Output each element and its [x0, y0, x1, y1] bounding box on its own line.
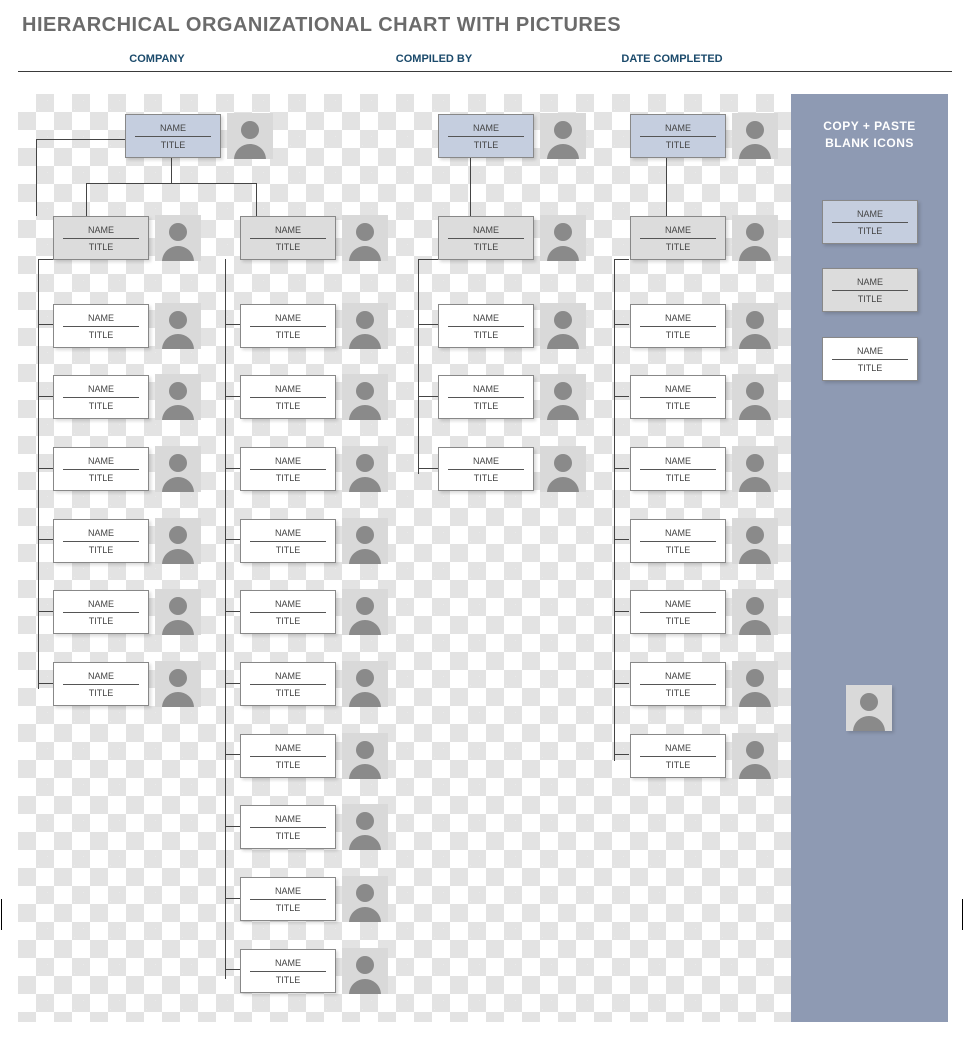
- avatar-icon: [732, 661, 778, 707]
- cropmark-right: [962, 899, 963, 930]
- org-node-2-2[interactable]: NAMETITLE: [240, 374, 388, 420]
- avatar-icon: [155, 446, 201, 492]
- avatar-icon: [227, 113, 273, 159]
- header-row: COMPANY COMPILED BY DATE COMPLETED: [18, 45, 952, 72]
- header-company[interactable]: COMPANY: [18, 49, 296, 69]
- org-node-2-7[interactable]: NAMETITLE: [240, 733, 388, 779]
- org-node-4-6[interactable]: NAMETITLE: [630, 661, 778, 707]
- org-node-top-3[interactable]: NAMETITLE: [438, 113, 586, 159]
- header-compiled-by[interactable]: COMPILED BY: [296, 49, 572, 69]
- sidebar-title: COPY + PASTE BLANK ICONS: [791, 94, 948, 152]
- avatar-icon: [732, 589, 778, 635]
- avatar-icon: [540, 303, 586, 349]
- org-node-2-6[interactable]: NAMETITLE: [240, 661, 388, 707]
- header-date-completed[interactable]: DATE COMPLETED: [572, 49, 772, 69]
- sidebar-sample-mid-card[interactable]: NAMETITLE: [822, 268, 924, 312]
- org-node-2-3[interactable]: NAMETITLE: [240, 446, 388, 492]
- avatar-icon: [540, 113, 586, 159]
- avatar-icon: [732, 215, 778, 261]
- avatar-icon: [732, 733, 778, 779]
- avatar-icon: [342, 518, 388, 564]
- cropmark-left: [1, 899, 2, 930]
- avatar-icon: [342, 374, 388, 420]
- sidebar-sample-avatar-icon[interactable]: [846, 685, 892, 731]
- org-node-2-4[interactable]: NAMETITLE: [240, 518, 388, 564]
- chart-canvas: NAMETITLE NAMETITLE NAMETITLE NAMETITLE …: [18, 94, 948, 1022]
- avatar-icon: [342, 948, 388, 994]
- org-node-1-5[interactable]: NAMETITLE: [53, 589, 201, 635]
- org-node-4-3[interactable]: NAMETITLE: [630, 446, 778, 492]
- avatar-icon: [540, 446, 586, 492]
- org-node-top-4[interactable]: NAMETITLE: [630, 113, 778, 159]
- org-node-4-4[interactable]: NAMETITLE: [630, 518, 778, 564]
- sidebar-sample-white-card[interactable]: NAMETITLE: [822, 337, 924, 381]
- org-node-manager-3[interactable]: NAMETITLE: [438, 215, 586, 261]
- avatar-icon: [342, 804, 388, 850]
- org-node-4-1[interactable]: NAMETITLE: [630, 303, 778, 349]
- avatar-icon: [155, 374, 201, 420]
- avatar-icon: [342, 589, 388, 635]
- org-node-4-2[interactable]: NAMETITLE: [630, 374, 778, 420]
- avatar-icon: [342, 446, 388, 492]
- org-node-1-1[interactable]: NAMETITLE: [53, 303, 201, 349]
- sidebar-sample-top-card[interactable]: NAMETITLE: [822, 200, 924, 244]
- org-node-1-4[interactable]: NAMETITLE: [53, 518, 201, 564]
- avatar-icon: [155, 303, 201, 349]
- page-title: HIERARCHICAL ORGANIZATIONAL CHART WITH P…: [0, 0, 970, 45]
- org-node-3-3[interactable]: NAMETITLE: [438, 446, 586, 492]
- avatar-icon: [155, 661, 201, 707]
- avatar-icon: [540, 215, 586, 261]
- org-node-top-1[interactable]: NAMETITLE: [125, 113, 273, 159]
- avatar-icon: [342, 876, 388, 922]
- org-node-2-10[interactable]: NAMETITLE: [240, 948, 388, 994]
- org-node-2-8[interactable]: NAMETITLE: [240, 804, 388, 850]
- org-node-2-1[interactable]: NAMETITLE: [240, 303, 388, 349]
- org-node-1-3[interactable]: NAMETITLE: [53, 446, 201, 492]
- org-node-2-5[interactable]: NAMETITLE: [240, 589, 388, 635]
- org-node-manager-1b[interactable]: NAMETITLE: [240, 215, 388, 261]
- org-node-4-7[interactable]: NAMETITLE: [630, 733, 778, 779]
- avatar-icon: [732, 518, 778, 564]
- avatar-icon: [342, 661, 388, 707]
- avatar-icon: [155, 215, 201, 261]
- avatar-icon: [732, 303, 778, 349]
- org-node-1-2[interactable]: NAMETITLE: [53, 374, 201, 420]
- org-node-2-9[interactable]: NAMETITLE: [240, 876, 388, 922]
- avatar-icon: [155, 518, 201, 564]
- org-node-manager-1a[interactable]: NAMETITLE: [53, 215, 201, 261]
- avatar-icon: [342, 303, 388, 349]
- avatar-icon: [732, 113, 778, 159]
- avatar-icon: [540, 374, 586, 420]
- avatar-icon: [342, 733, 388, 779]
- avatar-icon: [732, 374, 778, 420]
- org-node-4-5[interactable]: NAMETITLE: [630, 589, 778, 635]
- avatar-icon: [732, 446, 778, 492]
- org-node-manager-4[interactable]: NAMETITLE: [630, 215, 778, 261]
- avatar-icon: [342, 215, 388, 261]
- avatar-icon: [155, 589, 201, 635]
- org-node-1-6[interactable]: NAMETITLE: [53, 661, 201, 707]
- org-node-3-1[interactable]: NAMETITLE: [438, 303, 586, 349]
- org-node-3-2[interactable]: NAMETITLE: [438, 374, 586, 420]
